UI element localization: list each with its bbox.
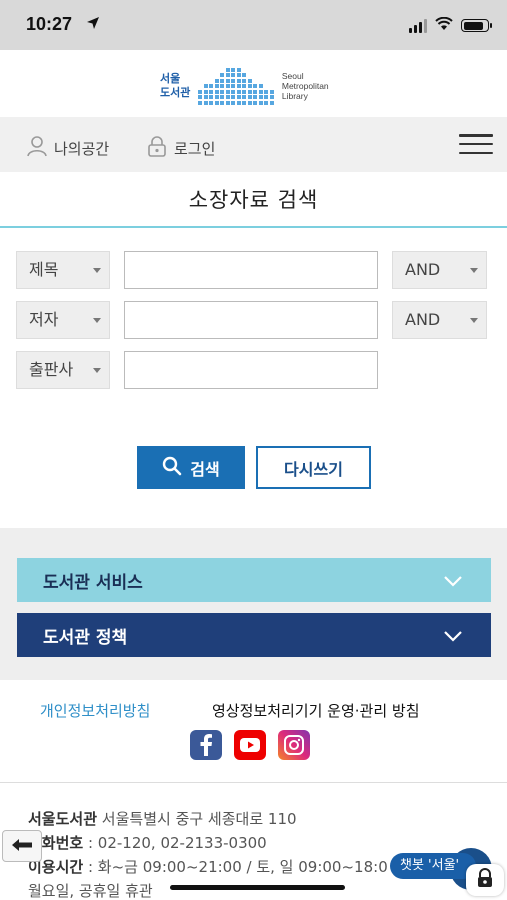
- accordion-label: 도서관 정책: [43, 627, 128, 648]
- search-button[interactable]: 검색: [137, 446, 245, 489]
- field-select-author[interactable]: 저자: [16, 301, 110, 339]
- accordion-library-services[interactable]: 도서관 서비스: [17, 558, 491, 602]
- instagram-icon[interactable]: [278, 730, 310, 760]
- field-select-label: 제목: [29, 260, 59, 279]
- location-arrow-icon: [86, 15, 100, 34]
- status-icons: [409, 16, 492, 35]
- login-link[interactable]: 로그인: [146, 135, 215, 161]
- my-space-link[interactable]: 나의공간: [26, 135, 109, 161]
- secure-lock-button[interactable]: [466, 864, 504, 896]
- author-search-input[interactable]: [124, 301, 378, 339]
- operator-select-2[interactable]: AND: [392, 301, 487, 339]
- chevron-down-icon: [443, 572, 463, 592]
- search-row-publisher: 출판사: [16, 351, 491, 389]
- logo-english: Seoul Metropolitan Library: [282, 71, 329, 101]
- search-row-author: 저자 AND: [16, 301, 491, 339]
- operator-label: AND: [405, 310, 441, 329]
- reset-button-label: 다시쓰기: [284, 459, 343, 479]
- footer-phone-text: 02-120, 02-2133-0300: [97, 834, 267, 852]
- menu-hamburger-icon[interactable]: [459, 134, 493, 154]
- accordion-label: 도서관 서비스: [43, 572, 143, 593]
- caret-down-icon: [93, 268, 101, 273]
- my-space-label: 나의공간: [54, 139, 110, 158]
- wifi-icon: [435, 16, 453, 35]
- search-icon: [162, 456, 182, 480]
- accordion-section: 도서관 서비스 도서관 정책: [0, 528, 507, 680]
- cctv-policy-link[interactable]: 영상정보처리기기 운영·관리 방침: [212, 700, 420, 721]
- login-label: 로그인: [174, 139, 216, 158]
- youtube-icon[interactable]: [234, 730, 266, 760]
- footer-library-name: 서울도서관: [28, 810, 98, 828]
- search-button-label: 검색: [190, 459, 220, 479]
- caret-down-icon: [470, 318, 478, 323]
- footer-hours-text: 화~금 09:00~21:00 / 토, 일 09:00~18:00: [97, 858, 388, 876]
- reset-button[interactable]: 다시쓰기: [256, 446, 371, 489]
- footer-address-text: 서울특별시 중구 세종대로 110: [101, 810, 297, 828]
- operator-label: AND: [405, 260, 441, 279]
- field-select-title[interactable]: 제목: [16, 251, 110, 289]
- caret-down-icon: [93, 368, 101, 373]
- logo-dot-mark: [198, 67, 274, 105]
- caret-down-icon: [470, 268, 478, 273]
- user-bar: 나의공간 로그인: [0, 117, 507, 172]
- battery-icon: [461, 19, 492, 32]
- operator-select-1[interactable]: AND: [392, 251, 487, 289]
- footer-address: 서울도서관 서울특별시 중구 세종대로 110: [28, 808, 297, 829]
- page-title: 소장자료 검색: [0, 172, 507, 228]
- site-logo[interactable]: 서울 도서관 Seoul Metropolitan Library: [160, 64, 329, 108]
- chatbot-label: 챗봇 '서울': [400, 858, 460, 873]
- field-select-publisher[interactable]: 출판사: [16, 351, 110, 389]
- status-bar: 10:27: [0, 0, 507, 50]
- chevron-down-icon: [443, 627, 463, 647]
- footer-closed: 월요일, 공휴일 휴관: [28, 880, 153, 900]
- footer-phone: 전화번호 : 02-120, 02-2133-0300: [28, 834, 267, 852]
- lock-icon: [146, 135, 168, 161]
- field-select-label: 저자: [29, 310, 59, 329]
- logo-korean: 서울 도서관: [160, 72, 190, 100]
- title-search-input[interactable]: [124, 251, 378, 289]
- chatbot-button[interactable]: 챗봇 '서울': [390, 853, 476, 879]
- logo-ko-line1: 서울: [160, 72, 181, 85]
- status-time: 10:27: [26, 14, 73, 34]
- logo-en-line1: Seoul: [281, 71, 304, 81]
- lock-icon: [475, 868, 495, 892]
- logo-en-line3: Library: [281, 91, 308, 101]
- social-links: [190, 730, 310, 760]
- user-icon: [26, 135, 48, 161]
- facebook-icon[interactable]: [190, 730, 222, 760]
- arrow-left-icon: [11, 837, 33, 856]
- field-select-label: 출판사: [29, 360, 74, 379]
- footer-closed-text: 월요일, 공휴일 휴관: [28, 882, 153, 900]
- footer-hours: 이용시간 : 화~금 09:00~21:00 / 토, 일 09:00~18:0…: [28, 856, 388, 877]
- logo-en-line2: Metropolitan: [281, 81, 329, 91]
- search-row-title: 제목 AND: [16, 251, 491, 289]
- privacy-policy-link[interactable]: 개인정보처리방침: [40, 700, 150, 721]
- logo-ko-line2: 도서관: [160, 86, 191, 99]
- accordion-library-policy[interactable]: 도서관 정책: [17, 613, 491, 657]
- footer-divider: [0, 782, 507, 783]
- home-indicator: [170, 885, 345, 890]
- publisher-search-input[interactable]: [124, 351, 378, 389]
- cellular-signal-icon: [409, 18, 427, 33]
- caret-down-icon: [93, 318, 101, 323]
- back-button[interactable]: [2, 830, 42, 862]
